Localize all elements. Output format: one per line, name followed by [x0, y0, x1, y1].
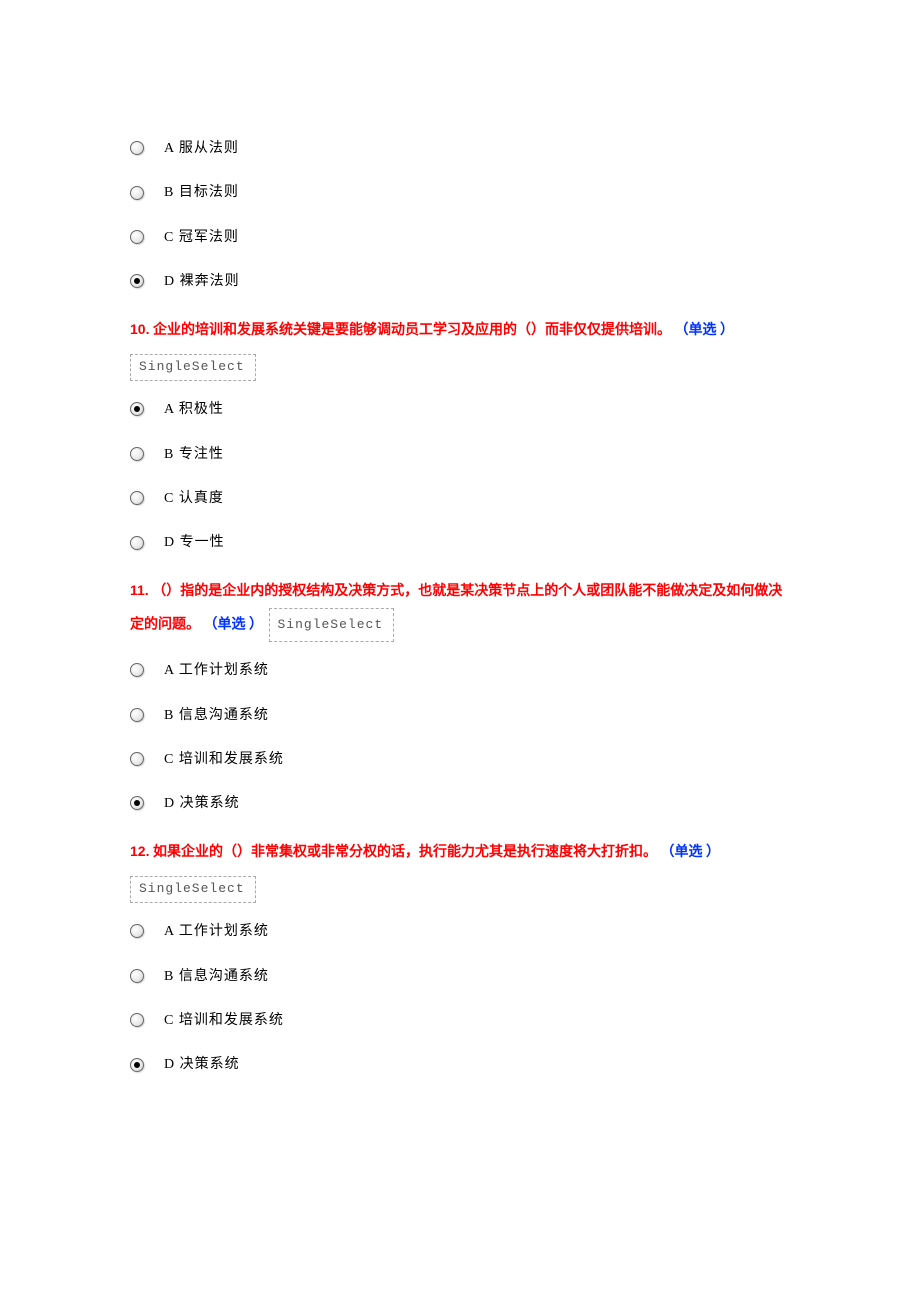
- option-label: D 专一性: [164, 532, 225, 554]
- question-number: 12.: [130, 843, 149, 859]
- radio-selected-icon: [130, 402, 144, 416]
- single-select-badge: SingleSelect: [130, 354, 256, 381]
- option-label: A 服从法则: [164, 138, 239, 160]
- q11-option-d[interactable]: D 决策系统: [130, 791, 790, 815]
- q10-option-d[interactable]: D 专一性: [130, 530, 790, 554]
- option-label: C 培训和发展系统: [164, 1010, 284, 1032]
- q10-option-a[interactable]: A 积极性: [130, 397, 790, 421]
- question-type-flag: （单选 ）: [204, 617, 264, 632]
- option-label: B 目标法则: [164, 182, 239, 204]
- question-11: 11. （）指的是企业内的授权结构及决策方式，也就是某决策节点上的个人或团队能不…: [130, 575, 790, 642]
- q9-option-d[interactable]: D 裸奔法则: [130, 269, 790, 293]
- radio-unselected-icon: [130, 1013, 144, 1027]
- single-select-badge: SingleSelect: [130, 876, 256, 903]
- option-label: A 工作计划系统: [164, 921, 269, 943]
- q11-option-b[interactable]: B 信息沟通系统: [130, 703, 790, 727]
- radio-selected-icon: [130, 1058, 144, 1072]
- radio-unselected-icon: [130, 230, 144, 244]
- option-label: D 裸奔法则: [164, 271, 240, 293]
- q12-option-b[interactable]: B 信息沟通系统: [130, 964, 790, 988]
- question-type-flag: （单选 ）: [674, 323, 734, 338]
- option-label: A 积极性: [164, 399, 224, 421]
- radio-unselected-icon: [130, 536, 144, 550]
- q10-option-c[interactable]: C 认真度: [130, 486, 790, 510]
- q9-option-a[interactable]: A 服从法则: [130, 136, 790, 160]
- option-label: C 冠军法则: [164, 227, 239, 249]
- single-select-badge: SingleSelect: [269, 608, 395, 643]
- radio-selected-icon: [130, 796, 144, 810]
- question-text: 如果企业的（）非常集权或非常分权的话，执行能力尤其是执行速度将大打折扣。: [153, 843, 657, 859]
- radio-unselected-icon: [130, 924, 144, 938]
- radio-unselected-icon: [130, 491, 144, 505]
- radio-unselected-icon: [130, 752, 144, 766]
- question-10: 10. 企业的培训和发展系统关键是要能够调动员工学习及应用的（）而非仅仅提供培训…: [130, 314, 790, 347]
- option-label: B 信息沟通系统: [164, 966, 269, 988]
- question-12: 12. 如果企业的（）非常集权或非常分权的话，执行能力尤其是执行速度将大打折扣。…: [130, 836, 790, 869]
- radio-unselected-icon: [130, 969, 144, 983]
- radio-unselected-icon: [130, 186, 144, 200]
- q12-option-d[interactable]: D 决策系统: [130, 1052, 790, 1076]
- radio-unselected-icon: [130, 708, 144, 722]
- question-type-flag: （单选 ）: [660, 845, 720, 860]
- q12-option-a[interactable]: A 工作计划系统: [130, 919, 790, 943]
- question-number: 10.: [130, 321, 149, 337]
- question-text: 企业的培训和发展系统关键是要能够调动员工学习及应用的（）而非仅仅提供培训。: [153, 321, 671, 337]
- q10-option-b[interactable]: B 专注性: [130, 442, 790, 466]
- radio-unselected-icon: [130, 447, 144, 461]
- radio-selected-icon: [130, 274, 144, 288]
- q11-option-c[interactable]: C 培训和发展系统: [130, 747, 790, 771]
- option-label: B 专注性: [164, 444, 224, 466]
- option-label: B 信息沟通系统: [164, 705, 269, 727]
- q9-option-b[interactable]: B 目标法则: [130, 180, 790, 204]
- q11-option-a[interactable]: A 工作计划系统: [130, 658, 790, 682]
- option-label: A 工作计划系统: [164, 660, 269, 682]
- option-label: C 培训和发展系统: [164, 749, 284, 771]
- radio-unselected-icon: [130, 141, 144, 155]
- option-label: D 决策系统: [164, 1054, 240, 1076]
- q9-option-c[interactable]: C 冠军法则: [130, 225, 790, 249]
- q12-option-c[interactable]: C 培训和发展系统: [130, 1008, 790, 1032]
- radio-unselected-icon: [130, 663, 144, 677]
- question-number: 11.: [130, 582, 149, 598]
- option-label: C 认真度: [164, 488, 224, 510]
- option-label: D 决策系统: [164, 793, 240, 815]
